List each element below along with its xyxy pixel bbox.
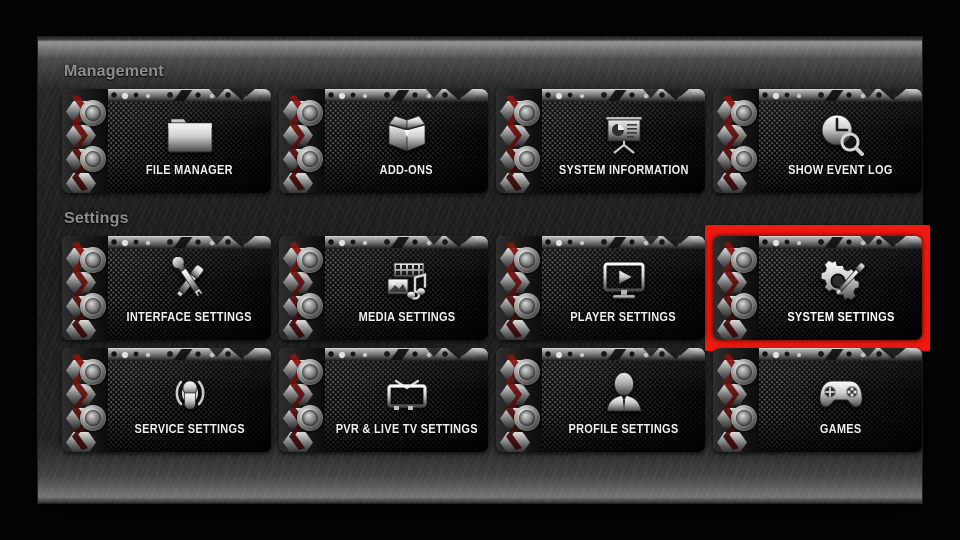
tile-left-rail [713,348,759,452]
screwdriver-wrench-icon [161,255,219,305]
tile-system-settings[interactable]: SYSTEM SETTINGS [705,225,930,351]
tile-profile-settings[interactable]: PROFILE SETTINGS [496,348,705,452]
tile-label: FILE MANAGER [146,163,233,177]
tile-left-rail [279,89,325,193]
settings-screen: Management FILE MANAGER ADD-ONS SYSTEM I… [0,0,960,540]
tile-label: GAMES [819,422,862,436]
tile-label: INTERFACE SETTINGS [126,310,253,324]
retro-tv-icon [378,367,436,417]
gear-screwdriver-icon [812,255,870,305]
tile-left-rail [62,89,108,193]
tile-service-settings[interactable]: SERVICE SETTINGS [62,348,271,452]
tile-pvr-live-tv-settings[interactable]: PVR & LIVE TV SETTINGS [279,348,488,452]
bolt-icon [80,100,106,126]
film-photo-music-icon [378,255,436,305]
tile-media-settings[interactable]: MEDIA SETTINGS [279,236,488,340]
tile-label: SYSTEM SETTINGS [786,310,895,324]
tile-left-rail [496,236,542,340]
tile-games[interactable]: GAMES [713,348,922,452]
tile-label: SERVICE SETTINGS [134,422,245,436]
tile-label: SYSTEM INFORMATION [558,163,689,177]
settings-window-panel: Management FILE MANAGER ADD-ONS SYSTEM I… [38,37,930,503]
tile-left-rail [62,236,108,340]
tile-show-event-log[interactable]: SHOW EVENT LOG [713,89,922,193]
tile-left-rail [279,348,325,452]
tile-left-rail [496,89,542,193]
section-header-management: Management [64,63,164,80]
gamepad-icon [812,367,870,417]
tile-row-settings-1: INTERFACE SETTINGS MEDIA SETTINGS PLAYER… [62,225,930,351]
tile-label: PVR & LIVE TV SETTINGS [335,422,478,436]
tile-left-rail [279,236,325,340]
settings-content: Management FILE MANAGER ADD-ONS SYSTEM I… [38,37,930,503]
tile-left-rail [713,89,759,193]
tile-left-rail [62,348,108,452]
tile-label: ADD-ONS [379,163,434,177]
clock-search-icon [812,108,870,158]
tile-label: SHOW EVENT LOG [788,163,893,177]
person-silhouette-icon [595,367,653,417]
tile-left-rail [496,348,542,452]
tile-add-ons[interactable]: ADD-ONS [279,89,488,193]
tile-file-manager[interactable]: FILE MANAGER [62,89,271,193]
tile-system-information[interactable]: SYSTEM INFORMATION [496,89,705,193]
broadcast-signal-icon [161,367,219,417]
tile-label: PROFILE SETTINGS [568,422,679,436]
tile-left-rail [713,236,759,340]
tile-row-settings-2: SERVICE SETTINGS PVR & LIVE TV SETTINGS … [62,348,922,452]
tile-label: MEDIA SETTINGS [358,310,455,324]
tile-row-management-1: FILE MANAGER ADD-ONS SYSTEM INFORMATION … [62,89,922,193]
tile-label: PLAYER SETTINGS [570,310,677,324]
open-box-icon [378,108,436,158]
tile-interface-settings[interactable]: INTERFACE SETTINGS [62,236,271,340]
folder-icon [161,108,219,158]
monitor-play-icon [595,255,653,305]
presentation-chart-icon [595,108,653,158]
tile-player-settings[interactable]: PLAYER SETTINGS [496,236,705,340]
bolt-icon [80,146,106,172]
